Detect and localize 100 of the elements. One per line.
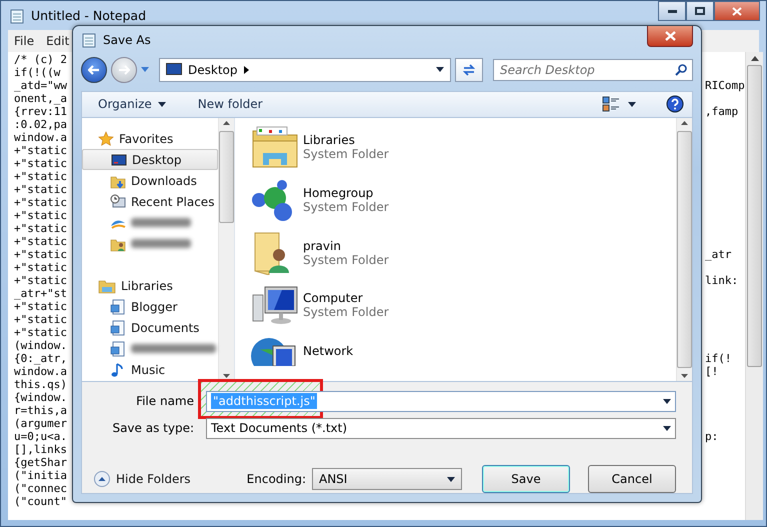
view-options-icon[interactable] <box>602 96 620 112</box>
field-label: File name <box>135 394 194 408</box>
scroll-up-icon[interactable] <box>223 121 230 125</box>
code-line: link: <box>705 274 738 287</box>
nav-item[interactable]: Documents <box>82 317 218 338</box>
file-type-dropdown[interactable]: Text Documents (*.txt) <box>206 418 676 438</box>
scrollbar[interactable] <box>218 118 234 381</box>
close-icon <box>664 31 676 41</box>
menu-item[interactable]: File <box>14 34 34 48</box>
nav-item[interactable]: Recent Places <box>82 191 218 212</box>
code-line: window.a <box>14 365 67 378</box>
code-line: _atd="ww <box>14 79 67 92</box>
location-item[interactable]: Computer System Folder <box>251 283 676 328</box>
minimize-icon <box>668 10 676 12</box>
back-button[interactable] <box>81 56 107 83</box>
recent-places-icon <box>110 194 126 210</box>
search-icon <box>675 64 687 76</box>
encoding-dropdown[interactable]: ANSI <box>312 468 462 490</box>
library-document-icon <box>110 320 126 336</box>
dialog-title: Save As <box>103 33 151 48</box>
desktop-icon <box>166 63 182 76</box>
code-line: this.qs) <box>14 378 67 391</box>
code-line: {getShar <box>14 456 67 469</box>
dropdown-caret-icon <box>447 476 455 482</box>
code-line: +"static <box>14 261 67 274</box>
desktop-icon <box>111 152 127 168</box>
nav-item[interactable]: Desktop <box>82 149 218 170</box>
dropdown-caret-icon <box>663 398 671 404</box>
code-line: u=0;u<a. <box>14 430 67 443</box>
code-line: +"static <box>14 274 67 287</box>
notepad-icon <box>81 32 97 48</box>
code-line: +"static <box>14 248 67 261</box>
close-icon <box>732 6 742 16</box>
code-line: if(! <box>705 352 732 365</box>
refresh-icon <box>462 64 476 76</box>
code-line: +"static <box>14 235 67 248</box>
view-caret-icon <box>628 102 636 107</box>
forward-arrow-icon <box>118 64 130 75</box>
code-line: onent,_a <box>14 92 67 105</box>
chevron-up-icon <box>94 471 110 487</box>
breadcrumb[interactable]: Desktop <box>188 62 238 77</box>
code-line: window.a <box>14 131 67 144</box>
save-button[interactable]: Save <box>482 465 570 493</box>
music-note-icon <box>110 362 126 378</box>
caret-icon <box>158 102 166 107</box>
code-line: +"static <box>14 222 67 235</box>
code-line: +"static <box>14 326 67 339</box>
code-line: [],links <box>14 443 67 456</box>
cancel-button[interactable]: Cancel <box>588 465 676 493</box>
maximize-button[interactable] <box>686 1 714 21</box>
blurred-text <box>131 239 191 248</box>
dropdown-caret-icon <box>663 426 671 430</box>
code-line: p: <box>705 430 718 443</box>
code-line: ("connec <box>14 482 67 495</box>
toolbar-button[interactable]: New folder <box>190 95 271 114</box>
scrollbar[interactable] <box>676 118 692 381</box>
minimize-button[interactable] <box>658 1 686 21</box>
close-button[interactable] <box>647 26 693 47</box>
refresh-button[interactable] <box>455 58 483 82</box>
code-line: [! <box>705 365 718 378</box>
nav-item[interactable]: Downloads <box>82 170 218 191</box>
nav-item[interactable]: Blogger <box>82 296 218 317</box>
code-line: +"static <box>14 209 67 222</box>
location-item[interactable]: pravin System Folder <box>251 230 676 276</box>
code-line: ,famp <box>705 105 738 118</box>
code-line: (argumer <box>14 417 67 430</box>
scroll-up-icon[interactable] <box>750 56 758 61</box>
code-line: ("count" <box>14 495 67 508</box>
scroll-up-icon[interactable] <box>681 121 688 125</box>
code-line: +"static <box>14 144 67 157</box>
nav-item[interactable]: Favorites <box>82 128 218 149</box>
scroll-down-icon[interactable] <box>681 374 688 378</box>
address-bar[interactable]: Desktop <box>159 58 451 82</box>
organize-menu[interactable]: Organize <box>90 95 174 114</box>
code-line: +"static <box>14 170 67 183</box>
library-folder-icon <box>251 125 299 169</box>
location-item[interactable]: Homegroup System Folder <box>251 178 676 223</box>
code-line: _atr <box>705 248 732 261</box>
star-icon <box>98 130 114 146</box>
help-icon[interactable] <box>666 95 684 114</box>
menu-item[interactable]: Edit <box>46 34 70 48</box>
library-document-icon <box>110 340 126 356</box>
close-button[interactable] <box>714 1 760 21</box>
location-item[interactable]: Network <box>251 336 676 381</box>
location-item[interactable]: Libraries System Folder <box>251 125 676 170</box>
history-caret-icon[interactable] <box>141 67 149 72</box>
code-line: r=this,a <box>14 404 67 417</box>
search-field[interactable]: Search Desktop <box>493 58 693 81</box>
code-line: /* (c) 2 <box>14 53 67 66</box>
nav-item[interactable]: Libraries <box>82 275 218 296</box>
code-line: +"static <box>14 313 67 326</box>
blurred-text <box>131 218 191 227</box>
code-line: ("initia <box>14 469 67 482</box>
code-line: if(!((w <box>14 66 60 79</box>
code-line: {window. <box>14 391 67 404</box>
hide-folders-button[interactable]: Hide Folders <box>92 469 193 489</box>
scrollbar[interactable] <box>745 52 763 520</box>
notepad-icon <box>9 8 25 24</box>
chevron-right-icon[interactable] <box>244 66 248 74</box>
nav-item[interactable]: Music <box>82 359 218 380</box>
